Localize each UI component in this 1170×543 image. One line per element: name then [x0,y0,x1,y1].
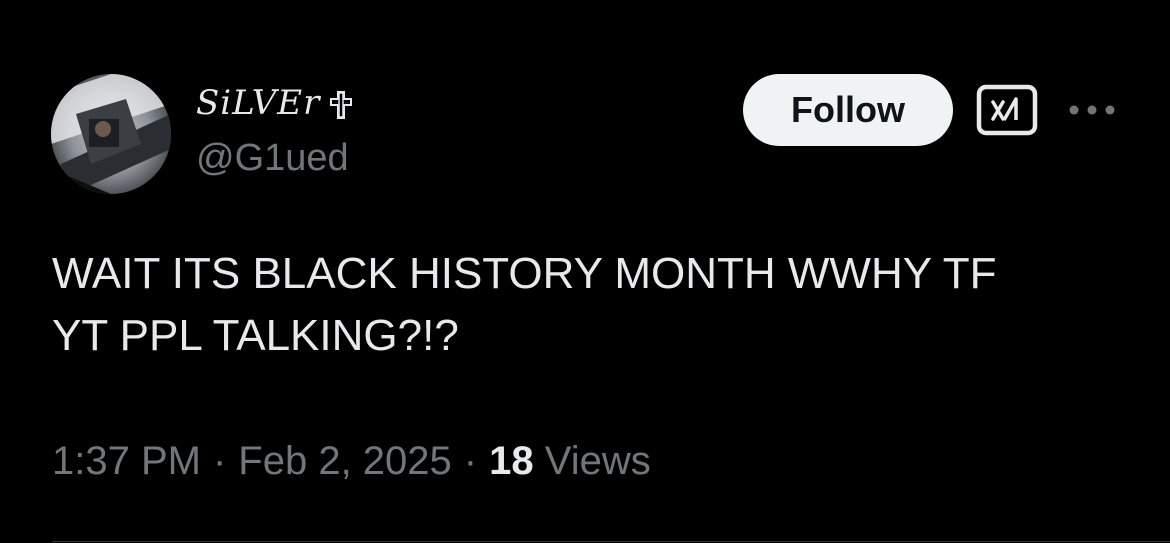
cross-icon [330,88,353,119]
handle[interactable]: @G1ued [196,136,352,180]
display-name[interactable]: SiLVEr [196,82,320,124]
views-label: Views [544,439,651,483]
tweet: SiLVEr @G1ued Follow WAIT ITS BLACK HIST… [0,0,1170,543]
tweet-time[interactable]: 1:37 PM [52,439,201,483]
author-names: SiLVEr @G1ued [196,82,353,180]
meta-separator: · [463,439,478,483]
follow-button[interactable]: Follow [743,74,953,146]
views-count[interactable]: 18 [489,439,534,483]
avatar-image [51,74,171,194]
tweet-date[interactable]: Feb 2, 2025 [238,439,452,483]
meta-separator: · [212,439,227,483]
more-icon[interactable] [1062,90,1122,130]
grok-icon[interactable] [976,84,1038,136]
tweet-meta: 1:37 PM · Feb 2, 2025 · 18 Views [52,437,651,485]
tweet-text: WAIT ITS BLACK HISTORY MONTH WWHY TF YT … [52,249,997,360]
divider [52,541,1170,542]
display-name-row[interactable]: SiLVEr [196,82,353,124]
avatar[interactable] [51,74,171,194]
